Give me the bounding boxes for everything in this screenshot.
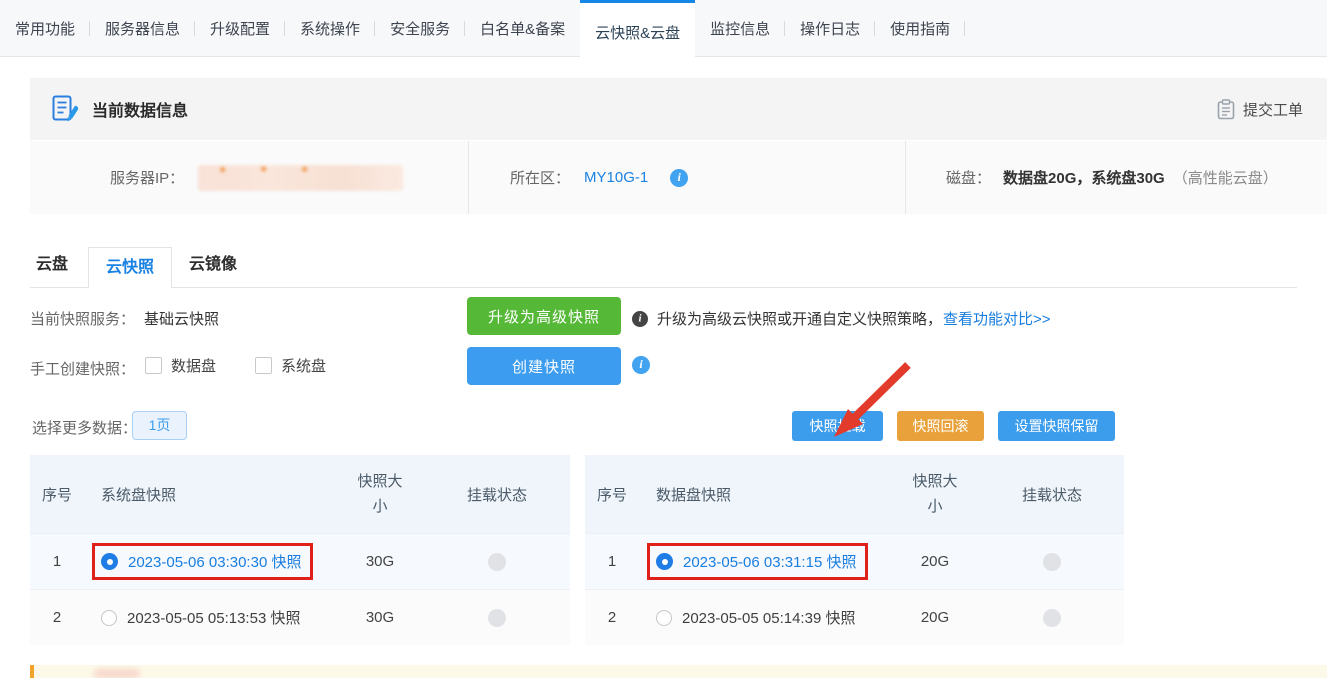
submit-ticket-label: 提交工单 [1243, 99, 1303, 120]
top-navigation: 常用功能 服务器信息 升级配置 系统操作 安全服务 白名单&备案 云快照&云盘 … [0, 0, 1327, 57]
red-highlight-box: 2023-05-06 03:31:15 快照 [647, 543, 868, 580]
col-header-name: 系统盘快照 [84, 484, 336, 505]
table-row: 1 2023-05-06 03:30:30 快照 30G [30, 533, 570, 589]
radio-selected[interactable] [656, 553, 673, 570]
zone-info-icon[interactable] [670, 169, 688, 187]
row-index: 2 [30, 609, 84, 626]
snapshot-size: 20G [891, 609, 979, 626]
snapshot-name-link[interactable]: 2023-05-06 03:30:30 快照 [128, 551, 301, 572]
data-disk-checkbox[interactable] [145, 357, 162, 374]
col-header-index: 序号 [30, 484, 84, 505]
radio-unselected[interactable] [101, 610, 117, 626]
more-data-label: 选择更多数据： [32, 417, 137, 438]
table-row: 2 2023-05-05 05:14:39 快照 20G [585, 589, 1124, 645]
table-header-row: 序号 系统盘快照 快照大小 挂载状态 [30, 455, 570, 533]
tab-snapshot-and-disk[interactable]: 云快照&云盘 [580, 0, 695, 62]
mount-status-dot [1043, 553, 1061, 571]
col-header-index: 序号 [585, 484, 639, 505]
table-row: 1 2023-05-06 03:31:15 快照 20G [585, 533, 1124, 589]
tab-user-guide[interactable]: 使用指南 [875, 0, 965, 57]
upgrade-snapshot-button[interactable]: 升级为高级快照 [467, 297, 621, 335]
system-disk-option: 系统盘 [255, 355, 326, 376]
snapshot-size: 20G [891, 553, 979, 570]
tab-system-operations[interactable]: 系统操作 [285, 0, 375, 57]
notice-redacted-smudge [94, 669, 140, 678]
page-1-button[interactable]: 1页 [132, 411, 187, 440]
row-index: 1 [585, 553, 639, 570]
tab-common-features[interactable]: 常用功能 [0, 0, 90, 57]
tab-upgrade-config[interactable]: 升级配置 [195, 0, 285, 57]
document-edit-icon [52, 94, 78, 124]
snapshot-service-label: 当前快照服务： [30, 308, 135, 329]
system-disk-snapshot-table: 序号 系统盘快照 快照大小 挂载状态 1 2023-05-06 03:30:30… [30, 455, 570, 645]
disk-value: 数据盘20G，系统盘30G [1003, 167, 1165, 188]
upgrade-note-text: 升级为高级云快照或开通自定义快照策略， [657, 308, 942, 329]
server-ip-label: 服务器IP： [110, 167, 184, 188]
snapshot-name[interactable]: 2023-05-05 05:13:53 快照 [127, 607, 300, 628]
bottom-notice-bar [30, 665, 1327, 678]
mount-status-dot [1043, 609, 1061, 627]
tab-security-services[interactable]: 安全服务 [375, 0, 465, 57]
system-disk-checkbox[interactable] [255, 357, 272, 374]
subtab-cloud-image[interactable]: 云镜像 [172, 243, 254, 287]
manual-snapshot-label: 手工创建快照： [30, 358, 135, 379]
disk-label: 磁盘： [946, 167, 991, 188]
red-highlight-box: 2023-05-06 03:30:30 快照 [92, 543, 313, 580]
server-info-row: 服务器IP： 所在区： MY10G-1 磁盘： 数据盘20G，系统盘30G （高… [30, 141, 1327, 214]
server-ip-redacted [198, 165, 403, 191]
snapshot-size: 30G [336, 609, 424, 626]
tab-operation-logs[interactable]: 操作日志 [785, 0, 875, 57]
upgrade-note: 升级为高级云快照或开通自定义快照策略， 查看功能对比>> [632, 308, 1051, 329]
disk-snapshot-subtabs: 云盘 云快照 云镜像 [30, 243, 1297, 288]
feature-compare-link[interactable]: 查看功能对比>> [943, 308, 1051, 329]
col-header-name: 数据盘快照 [639, 484, 891, 505]
tab-server-info[interactable]: 服务器信息 [90, 0, 195, 57]
info-icon-dark [632, 311, 648, 327]
data-disk-option: 数据盘 [145, 355, 216, 376]
snapshot-mount-button[interactable]: 快照挂载 [792, 411, 883, 441]
col-header-size: 快照大小 [910, 469, 960, 520]
snapshot-retention-button[interactable]: 设置快照保留 [998, 411, 1115, 441]
zone-value: MY10G-1 [584, 169, 648, 186]
col-header-status: 挂载状态 [979, 484, 1125, 505]
snapshot-rollback-button[interactable]: 快照回滚 [897, 411, 984, 441]
current-data-header: 当前数据信息 提交工单 [30, 78, 1327, 140]
snapshot-size: 30G [336, 553, 424, 570]
subtab-cloud-snapshot[interactable]: 云快照 [88, 247, 172, 288]
data-disk-option-label: 数据盘 [171, 355, 216, 376]
create-snapshot-info-icon[interactable] [632, 356, 650, 374]
col-header-status: 挂载状态 [424, 484, 570, 505]
system-disk-option-label: 系统盘 [281, 355, 326, 376]
tab-whitelist-icp[interactable]: 白名单&备案 [465, 0, 580, 57]
table-row: 2 2023-05-05 05:13:53 快照 30G [30, 589, 570, 645]
zone-section: 所在区： MY10G-1 [468, 141, 905, 214]
zone-label: 所在区： [510, 167, 570, 188]
col-header-size: 快照大小 [355, 469, 405, 520]
radio-unselected[interactable] [656, 610, 672, 626]
snapshot-name[interactable]: 2023-05-05 05:14:39 快照 [682, 607, 855, 628]
subtab-cloud-disk[interactable]: 云盘 [30, 243, 88, 287]
snapshot-name-link[interactable]: 2023-05-06 03:31:15 快照 [683, 551, 856, 572]
disk-section: 磁盘： 数据盘20G，系统盘30G （高性能云盘） [905, 141, 1327, 214]
row-index: 2 [585, 609, 639, 626]
clipboard-icon [1217, 99, 1235, 120]
mount-status-dot [488, 553, 506, 571]
snapshot-service-value: 基础云快照 [144, 308, 219, 329]
table-header-row: 序号 数据盘快照 快照大小 挂载状态 [585, 455, 1124, 533]
mount-status-dot [488, 609, 506, 627]
radio-selected[interactable] [101, 553, 118, 570]
tab-monitoring-info[interactable]: 监控信息 [695, 0, 785, 57]
create-snapshot-button[interactable]: 创建快照 [467, 347, 621, 385]
server-ip-section: 服务器IP： [30, 141, 468, 214]
page-title: 当前数据信息 [92, 97, 188, 121]
data-disk-snapshot-table: 序号 数据盘快照 快照大小 挂载状态 1 2023-05-06 03:31:15… [585, 455, 1124, 645]
disk-type-note: （高性能云盘） [1173, 167, 1278, 188]
submit-ticket-button[interactable]: 提交工单 [1217, 99, 1305, 120]
row-index: 1 [30, 553, 84, 570]
